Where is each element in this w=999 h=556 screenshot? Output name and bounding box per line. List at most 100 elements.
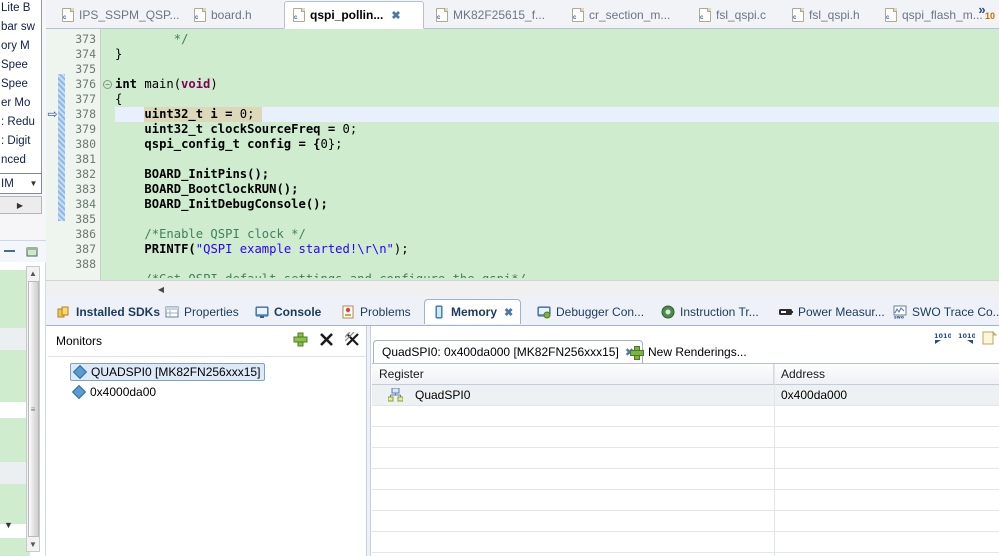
left-list-item[interactable]: : Redu xyxy=(0,113,41,132)
editor-line-numbers: 373 374 375 376 377 378 379 380 381 382 383 384 385 3… xyxy=(65,29,101,296)
scrollbar-thumb[interactable]: ≡ xyxy=(27,281,39,537)
code-editor[interactable]: ⇨ 373 374 375 376 377 378 379 380 381 382 383 384 38… xyxy=(46,29,999,296)
debugger-console-icon xyxy=(537,305,551,319)
table-row-empty[interactable] xyxy=(372,448,999,469)
fold-collapse-icon[interactable]: − xyxy=(103,80,112,89)
view-tab-0[interactable]: Installed SDKs xyxy=(50,299,167,324)
view-tab-1[interactable]: Properties xyxy=(158,299,246,324)
editor-tab-1[interactable]: c board.h xyxy=(186,2,278,28)
table-row-empty[interactable] xyxy=(372,490,999,511)
rendering-tab-label: QuadSPI0: 0x400da000 [MK82FN256xxx15] xyxy=(382,345,619,359)
editor-horizontal-scrollbar[interactable]: ◀ xyxy=(46,280,999,296)
view-tab-5[interactable]: Debugger Con... xyxy=(530,299,651,324)
view-tab-2[interactable]: Console xyxy=(248,299,328,324)
left-list-item[interactable]: ory M xyxy=(0,37,41,56)
editor-tab-5[interactable]: c fsl_qspi.c xyxy=(691,2,779,28)
monitors-toolbar xyxy=(293,331,360,347)
left-list-item[interactable]: : Digit xyxy=(0,132,41,151)
monitors-list[interactable]: QUADSPI0 [MK82FN256xxx15] 0x4000da00 xyxy=(48,356,366,556)
monitor-item-0[interactable]: QUADSPI0 [MK82FN256xxx15] xyxy=(70,363,266,381)
left-list-item[interactable]: Lite B xyxy=(0,0,41,18)
view-tab-label: SWO Trace Co... xyxy=(912,304,999,319)
view-tab-7[interactable]: Power Measur... xyxy=(772,299,892,324)
view-tab-3[interactable]: Problems xyxy=(334,299,418,324)
restore-view-icon[interactable] xyxy=(25,246,39,258)
left-combo-box[interactable]: IM ▼ xyxy=(0,173,42,194)
table-row-empty[interactable] xyxy=(372,427,999,448)
editor-tab-label: MK82F25615_f... xyxy=(453,8,546,22)
editor-tab-2[interactable]: c qspi_pollin... ✖ xyxy=(284,1,424,29)
rendering-tab-0[interactable]: QuadSPI0: 0x400da000 [MK82FN256xxx15] ✖ xyxy=(373,340,644,363)
scroll-up-icon[interactable]: ▲ xyxy=(27,267,39,280)
grip-icon: ≡ xyxy=(30,404,36,414)
editor-marker-ruler[interactable]: ⇨ xyxy=(46,29,58,296)
left-list-item[interactable]: nced xyxy=(0,151,41,170)
remove-all-monitors-button[interactable] xyxy=(344,331,360,347)
left-list-item[interactable]: Spee xyxy=(0,56,41,75)
column-header-register[interactable]: Register xyxy=(372,364,774,384)
minimap-scrollbar[interactable]: ▲ ≡ ▼ xyxy=(26,266,40,552)
left-list-item[interactable]: bar sw xyxy=(0,18,41,37)
editor-code-area[interactable]: */} int main(void){uint32_t i = 0; uint32_… xyxy=(115,29,999,296)
left-list-box[interactable]: Lite Bbar sw ory M Spee Spee er Mo: Redu: Di… xyxy=(0,0,42,192)
chevron-down-icon[interactable]: ▼ xyxy=(26,179,41,188)
minimize-icon[interactable] xyxy=(3,246,17,258)
view-tab-label: Power Measur... xyxy=(798,304,885,319)
renderings-tab-bar: QuadSPI0: 0x400da000 [MK82FN256xxx15] ✖ Ne… xyxy=(373,340,999,364)
scroll-left-icon[interactable]: ◀ xyxy=(154,282,168,296)
editor-tab-4[interactable]: c cr_section_m... xyxy=(564,2,684,28)
left-play-button[interactable]: ▶ xyxy=(0,196,42,214)
instruction-trace-icon xyxy=(661,305,675,319)
rendering-tab-1[interactable]: New Renderings... xyxy=(622,340,755,363)
editor-tab-6[interactable]: c fsl_qspi.h xyxy=(784,2,872,28)
view-tab-8[interactable]: swo SWO Trace Co... xyxy=(886,299,999,324)
remove-monitor-button[interactable] xyxy=(319,332,334,347)
scroll-track[interactable] xyxy=(168,282,999,296)
scroll-down-icon[interactable]: ▼ xyxy=(27,538,39,551)
svg-text:1010: 1010 xyxy=(958,332,975,340)
view-tab-label: Console xyxy=(274,304,322,319)
editor-tab-0[interactable]: c IPS_SSPM_QSP... xyxy=(54,2,180,28)
monitor-item-1[interactable]: 0x4000da00 xyxy=(70,383,160,401)
svg-text:swo: swo xyxy=(894,315,904,319)
close-icon[interactable]: ✖ xyxy=(391,9,400,22)
table-row-empty[interactable] xyxy=(372,511,999,532)
view-tab-label: Problems xyxy=(360,304,411,319)
editor-tab-label: IPS_SSPM_QSP... xyxy=(79,8,180,22)
view-tab-4[interactable]: Memory ✖ xyxy=(424,299,522,324)
editor-tab-label: cr_section_m... xyxy=(589,8,671,22)
editor-tabs-overflow-button[interactable]: » 10 xyxy=(967,2,997,28)
properties-icon xyxy=(165,305,179,319)
left-list-item[interactable]: Spee xyxy=(0,75,41,94)
close-icon[interactable]: ✖ xyxy=(504,306,513,319)
monitors-title: Monitors xyxy=(56,334,103,348)
left-combo-value: IM xyxy=(1,177,14,190)
column-header-address[interactable]: Address xyxy=(774,364,999,384)
line-number: 374 xyxy=(75,47,96,61)
editor-folding-ruler[interactable]: − xyxy=(101,29,115,296)
table-row[interactable]: QuadSPI0 0x400da000 xyxy=(372,385,999,406)
minimap-collapse-icon[interactable]: ▼ xyxy=(4,520,13,530)
line-number: 380 xyxy=(75,137,96,151)
c-file-icon: c xyxy=(436,8,448,22)
register-table[interactable]: RegisterAddressValue QuadSPI0 0x400da000 xyxy=(372,363,999,556)
add-monitor-button[interactable] xyxy=(293,332,308,347)
table-row-empty[interactable] xyxy=(372,469,999,490)
view-tab-6[interactable]: Instruction Tr... xyxy=(654,299,766,324)
c-file-icon: c xyxy=(293,8,305,22)
swo-trace-icon: swo xyxy=(893,305,907,320)
table-row-empty[interactable] xyxy=(372,532,999,553)
view-tab-label: Memory xyxy=(451,305,498,319)
view-tab-label: Debugger Con... xyxy=(556,304,645,319)
left-list-item[interactable]: er Mo xyxy=(0,94,41,113)
table-row-empty[interactable] xyxy=(372,406,999,427)
editor-tab-label: fsl_qspi.h xyxy=(809,8,860,22)
line-number: 378 xyxy=(75,107,96,121)
code-line: int main(void) xyxy=(115,77,218,91)
editor-tab-3[interactable]: c MK82F25615_f... xyxy=(428,2,556,28)
editor-tab-bar: c IPS_SSPM_QSP... c board.h c qspi_pollin... ✖… xyxy=(46,0,999,29)
c-file-icon: c xyxy=(792,8,804,22)
changed-lines-indicator xyxy=(58,74,65,221)
memory-icon xyxy=(432,305,446,319)
c-file-icon: c xyxy=(572,8,584,22)
